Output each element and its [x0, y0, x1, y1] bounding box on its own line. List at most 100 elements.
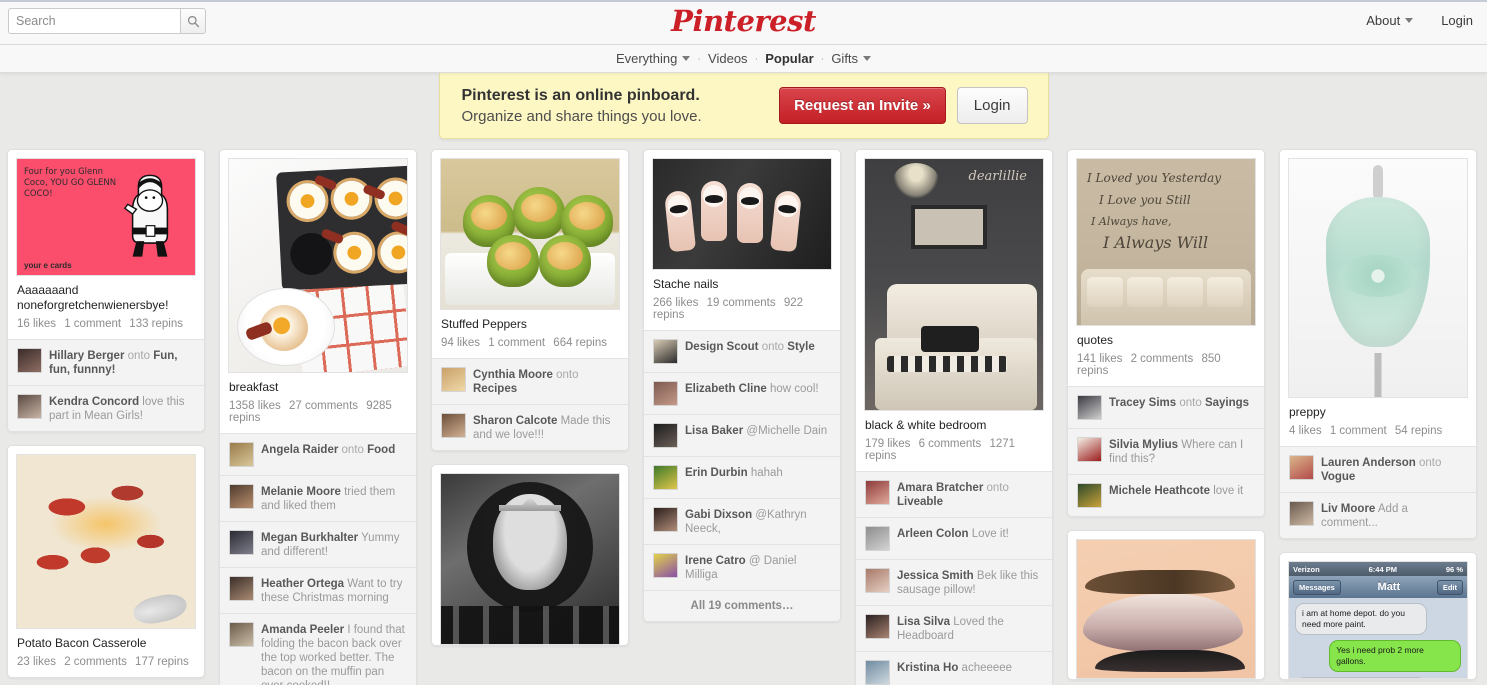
activity-row[interactable]: Liv Moore Add a comment... — [1280, 492, 1476, 538]
activity-user[interactable]: Arleen Colon — [897, 528, 969, 540]
activity-row[interactable]: Kristina Ho acheeeee — [856, 651, 1052, 685]
pin-image-preppy-dress[interactable] — [1288, 158, 1468, 398]
activity-board[interactable]: Sayings — [1205, 397, 1249, 409]
subnav-item-popular[interactable]: Popular — [758, 51, 820, 66]
request-invite-button[interactable]: Request an Invite » — [779, 87, 946, 124]
activity-row[interactable]: Cynthia Moore onto Recipes — [432, 358, 628, 404]
all-comments-link[interactable]: All 19 comments… — [644, 590, 840, 621]
activity-user[interactable]: Jessica Smith — [897, 570, 974, 582]
activity-user[interactable]: Amanda Peeler — [261, 624, 344, 636]
activity-board[interactable]: Recipes — [473, 383, 517, 395]
activity-row[interactable]: Elizabeth Cline how cool! — [644, 372, 840, 414]
banner-login-button[interactable]: Login — [956, 87, 1028, 124]
activity-row[interactable]: Erin Durbin hahah — [644, 456, 840, 498]
activity-row[interactable]: Jessica Smith Bek like this sausage pill… — [856, 559, 1052, 605]
activity-row[interactable]: Sharon Calcote Made this and we love!!! — [432, 404, 628, 450]
pin-image-potato-bacon-casserole[interactable] — [16, 454, 196, 629]
pin-image-wrap[interactable] — [220, 150, 416, 373]
activity-user[interactable]: Hillary Berger — [49, 350, 124, 362]
activity-row[interactable]: Amanda Peeler I found that folding the b… — [220, 613, 416, 685]
about-menu[interactable]: About — [1366, 13, 1414, 28]
activity-user[interactable]: Tracey Sims — [1109, 397, 1176, 409]
activity-user[interactable]: Lisa Baker — [685, 425, 743, 437]
search-button[interactable] — [180, 8, 206, 34]
activity-row[interactable]: Irene Catro @ Daniel Milliga — [644, 544, 840, 590]
pin-card[interactable]: Verizon 6:44 PM 96 % Messages Matt Edit … — [1279, 552, 1477, 680]
activity-board[interactable]: Style — [787, 341, 815, 353]
activity-user[interactable]: Lauren Anderson — [1321, 457, 1416, 469]
activity-user[interactable]: Michele Heathcote — [1109, 485, 1210, 497]
pin-image-stache-nails[interactable] — [652, 158, 832, 270]
activity-row[interactable]: Arleen Colon Love it! — [856, 517, 1052, 559]
search-form[interactable] — [8, 8, 206, 34]
activity-user[interactable]: Sharon Calcote — [473, 415, 557, 427]
activity-user[interactable]: Heather Ortega — [261, 578, 344, 590]
activity-row[interactable]: Silvia Mylius Where can I find this? — [1068, 428, 1264, 474]
search-input[interactable] — [8, 8, 180, 34]
pin-image-wrap[interactable] — [8, 446, 204, 629]
pin-card[interactable]: Four for you Glenn Coco, YOU GO GLENN CO… — [7, 149, 205, 432]
activity-row[interactable]: Hillary Berger onto Fun, fun, funnny! — [8, 339, 204, 385]
activity-row[interactable]: Michele Heathcote love it — [1068, 474, 1264, 516]
pin-image-wrap[interactable]: dearlillie — [856, 150, 1052, 411]
activity-board[interactable]: Food — [367, 444, 395, 456]
activity-row[interactable]: Angela Raider onto Food — [220, 433, 416, 475]
pin-card[interactable]: dearlillie black & white bedroom 179 lik… — [855, 149, 1053, 685]
activity-row[interactable]: Kendra Concord love this part in Mean Gi… — [8, 385, 204, 431]
login-link[interactable]: Login — [1441, 13, 1473, 28]
pin-image-santa-ecard[interactable]: Four for you Glenn Coco, YOU GO GLENN CO… — [16, 158, 196, 276]
pin-image-iphone-text-message[interactable]: Verizon 6:44 PM 96 % Messages Matt Edit … — [1288, 561, 1468, 679]
subnav-item-videos[interactable]: Videos — [701, 51, 755, 66]
activity-user[interactable]: Elizabeth Cline — [685, 383, 767, 395]
activity-user[interactable]: Kristina Ho — [897, 662, 958, 674]
pin-image-wrap[interactable] — [432, 150, 628, 310]
activity-row[interactable]: Lisa Baker @Michelle Dain — [644, 414, 840, 456]
activity-user[interactable]: Liv Moore — [1321, 503, 1375, 515]
activity-user[interactable]: Lisa Silva — [897, 616, 950, 628]
pin-image-wrap[interactable] — [1280, 150, 1476, 398]
pin-image-wrap[interactable]: I Loved you Yesterday I Love you Still I… — [1068, 150, 1264, 326]
pin-image-wrap[interactable]: Verizon 6:44 PM 96 % Messages Matt Edit … — [1280, 553, 1476, 679]
activity-row[interactable]: Design Scout onto Style — [644, 330, 840, 372]
subnav-item-gifts[interactable]: Gifts — [824, 51, 878, 66]
activity-row[interactable]: Lisa Silva Loved the Headboard — [856, 605, 1052, 651]
activity-row[interactable]: Tracey Sims onto Sayings — [1068, 386, 1264, 428]
pin-image-stuffed-peppers[interactable] — [440, 158, 620, 310]
activity-user[interactable]: Amara Bratcher — [897, 482, 983, 494]
pin-card[interactable]: I Loved you Yesterday I Love you Still I… — [1067, 149, 1265, 517]
pin-card[interactable]: Potato Bacon Casserole 23 likes 2 commen… — [7, 445, 205, 678]
subnav-item-everything[interactable]: Everything — [609, 51, 697, 66]
activity-user[interactable]: Design Scout — [685, 341, 758, 353]
pin-image-wrap[interactable] — [432, 465, 628, 645]
activity-row[interactable]: Lauren Anderson onto Vogue — [1280, 446, 1476, 492]
activity-user[interactable]: Kendra Concord — [49, 396, 139, 408]
back-button[interactable]: Messages — [1293, 579, 1341, 595]
edit-button[interactable]: Edit — [1436, 579, 1463, 595]
activity-user[interactable]: Irene Catro — [685, 555, 746, 567]
pin-card[interactable]: preppy 4 likes 1 comment 54 repins Laure… — [1279, 149, 1477, 539]
activity-user[interactable]: Melanie Moore — [261, 486, 341, 498]
activity-row[interactable]: Amara Bratcher onto Liveable — [856, 471, 1052, 517]
pin-image-quotes[interactable]: I Loved you Yesterday I Love you Still I… — [1076, 158, 1256, 326]
activity-row[interactable]: Heather Ortega Want to try these Christm… — [220, 567, 416, 613]
activity-board[interactable]: Vogue — [1321, 471, 1355, 483]
pin-image-breakfast[interactable] — [228, 158, 408, 373]
pin-image-eye-makeup[interactable] — [1076, 539, 1256, 679]
activity-user[interactable]: Megan Burkhalter — [261, 532, 358, 544]
pinterest-logo[interactable]: Pinterest — [671, 5, 816, 37]
pin-image-wrap[interactable] — [644, 150, 840, 270]
pin-card[interactable]: Stache nails 266 likes 19 comments 922 r… — [643, 149, 841, 622]
pin-card[interactable]: breakfast 1358 likes 27 comments 9285 re… — [219, 149, 417, 685]
pin-image-wonder-woman[interactable] — [440, 473, 620, 645]
activity-user[interactable]: Cynthia Moore — [473, 369, 553, 381]
activity-user[interactable]: Angela Raider — [261, 444, 338, 456]
pin-card[interactable]: Stuffed Peppers 94 likes 1 comment 664 r… — [431, 149, 629, 451]
activity-user[interactable]: Silvia Mylius — [1109, 439, 1178, 451]
activity-row[interactable]: Megan Burkhalter Yummy and different! — [220, 521, 416, 567]
activity-row[interactable]: Gabi Dixson @Kathryn Neeck, — [644, 498, 840, 544]
pin-card[interactable] — [1067, 530, 1265, 680]
activity-user[interactable]: Erin Durbin — [685, 467, 748, 479]
pin-image-black-white-bedroom[interactable]: dearlillie — [864, 158, 1044, 411]
pin-card[interactable] — [431, 464, 629, 646]
pin-image-wrap[interactable]: Four for you Glenn Coco, YOU GO GLENN CO… — [8, 150, 204, 276]
